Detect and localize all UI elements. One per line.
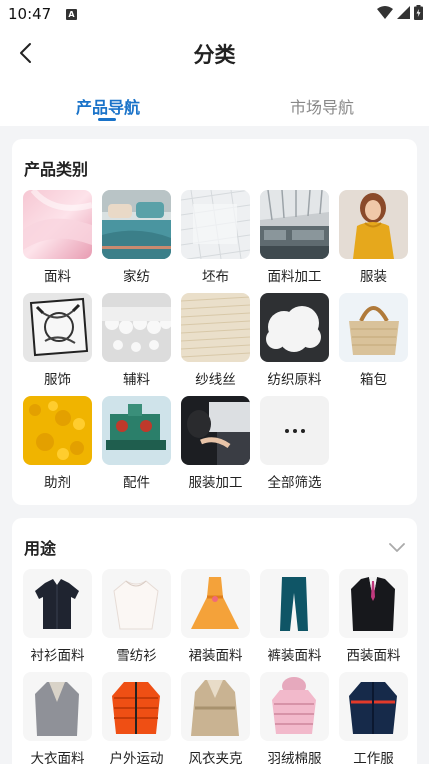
- chevron-down-icon[interactable]: [389, 538, 405, 557]
- usage-label: 西装面料: [346, 648, 401, 664]
- cotton-fiber-photo: [260, 293, 329, 362]
- header: 分类: [0, 30, 429, 76]
- woman-sweater-photo: [339, 190, 408, 259]
- usage-item[interactable]: 风衣夹克: [181, 672, 250, 764]
- category-label: 全部筛选: [267, 475, 322, 491]
- category-item[interactable]: 面料: [23, 190, 92, 286]
- tab-market-nav[interactable]: 市场导航: [262, 94, 382, 118]
- yarn-cone-photo: [181, 293, 250, 362]
- pink-silk-fabric-photo: [23, 190, 92, 259]
- all-filter-button[interactable]: 全部筛选: [260, 396, 329, 492]
- category-label: 家纺: [123, 269, 150, 285]
- dress-photo: [181, 569, 250, 638]
- usage-label: 雪纺衫: [116, 648, 157, 664]
- category-label: 坯布: [202, 269, 229, 285]
- usage-grid: 衬衫面料 雪纺衫 裙装面料 裤装面料 西装面料 大衣面料 户外运动 风衣夹克 羽…: [23, 569, 408, 764]
- usage-label: 裤装面料: [267, 648, 322, 664]
- category-item[interactable]: 家纺: [102, 190, 171, 286]
- silk-scarf-photo: [23, 293, 92, 362]
- category-label: 面料: [44, 269, 71, 285]
- tab-bar: 产品导航 市场导航: [0, 76, 429, 126]
- category-item[interactable]: 辅料: [102, 293, 171, 389]
- usage-label: 风衣夹克: [188, 751, 243, 764]
- textile-factory-photo: [260, 190, 329, 259]
- category-label: 服装: [360, 269, 387, 285]
- signal-icon: [397, 6, 410, 19]
- wifi-icon: [377, 6, 393, 19]
- suit-photo: [339, 569, 408, 638]
- status-time: 10:47: [8, 5, 52, 23]
- usage-item[interactable]: 雪纺衫: [102, 569, 171, 665]
- usage-label: 裙装面料: [188, 648, 243, 664]
- shirt-photo: [23, 569, 92, 638]
- category-item[interactable]: 面料加工: [260, 190, 329, 286]
- usage-label: 户外运动: [109, 751, 164, 764]
- category-item[interactable]: 服装加工: [181, 396, 250, 492]
- yellow-powder-photo: [23, 396, 92, 465]
- down-jacket-photo: [260, 672, 329, 741]
- battery-icon: [414, 5, 423, 20]
- category-label: 配件: [123, 475, 150, 491]
- status-bar: 10:47 A: [0, 0, 429, 30]
- category-item[interactable]: 服装: [339, 190, 408, 286]
- category-item[interactable]: 坯布: [181, 190, 250, 286]
- white-greige-fabric-photo: [181, 190, 250, 259]
- usage-label: 羽绒棉服: [267, 751, 322, 764]
- usage-label: 大衣面料: [30, 751, 85, 764]
- category-item[interactable]: 助剂: [23, 396, 92, 492]
- workwear-photo: [339, 672, 408, 741]
- category-label: 纱线丝: [195, 372, 236, 388]
- usage-item[interactable]: 衬衫面料: [23, 569, 92, 665]
- usage-label: 工作服: [353, 751, 394, 764]
- category-label: 箱包: [360, 372, 387, 388]
- section-title: 产品类别: [24, 160, 89, 179]
- category-label: 助剂: [44, 475, 71, 491]
- category-item[interactable]: 纱线丝: [181, 293, 250, 389]
- usage-item[interactable]: 西装面料: [339, 569, 408, 665]
- usage-item[interactable]: 工作服: [339, 672, 408, 764]
- section-title: 用途: [24, 539, 57, 558]
- trench-coat-photo: [181, 672, 250, 741]
- tab-product-nav[interactable]: 产品导航: [48, 94, 168, 118]
- page-title: 分类: [193, 43, 236, 67]
- category-item[interactable]: 纺织原料: [260, 293, 329, 389]
- active-tab-indicator: [98, 118, 116, 121]
- category-label: 辅料: [123, 372, 150, 388]
- category-label: 服装加工: [188, 475, 243, 491]
- usage-item[interactable]: 羽绒棉服: [260, 672, 329, 764]
- usage-item[interactable]: 大衣面料: [23, 672, 92, 764]
- usage-label: 衬衫面料: [30, 648, 85, 664]
- trousers-photo: [260, 569, 329, 638]
- sewing-photo: [181, 396, 250, 465]
- coat-photo: [23, 672, 92, 741]
- outdoor-jacket-photo: [102, 672, 171, 741]
- lace-trim-photo: [102, 293, 171, 362]
- category-item[interactable]: 服饰: [23, 293, 92, 389]
- category-label: 面料加工: [267, 269, 322, 285]
- chiffon-blouse-photo: [102, 569, 171, 638]
- category-label: 服饰: [44, 372, 71, 388]
- category-item[interactable]: 箱包: [339, 293, 408, 389]
- bedding-photo: [102, 190, 171, 259]
- usage-card: 用途 衬衫面料 雪纺衫 裙装面料 裤装面料 西装面料 大衣面料 户外运动 风衣夹…: [12, 518, 417, 764]
- machine-part-photo: [102, 396, 171, 465]
- straw-bag-photo: [339, 293, 408, 362]
- more-dots-icon: [260, 396, 329, 465]
- product-category-card: 产品类别 面料 家纺 坯布 面料加工 服装 服饰 辅料 纱线丝 纺织原料 箱包 …: [12, 139, 417, 505]
- status-icons: [377, 5, 423, 20]
- usage-item[interactable]: 裤装面料: [260, 569, 329, 665]
- usage-item[interactable]: 裙装面料: [181, 569, 250, 665]
- usage-item[interactable]: 户外运动: [102, 672, 171, 764]
- notification-icon: A: [66, 9, 77, 20]
- product-category-grid: 面料 家纺 坯布 面料加工 服装 服饰 辅料 纱线丝 纺织原料 箱包 助剂 配件…: [23, 190, 408, 492]
- category-item[interactable]: 配件: [102, 396, 171, 492]
- category-label: 纺织原料: [267, 372, 322, 388]
